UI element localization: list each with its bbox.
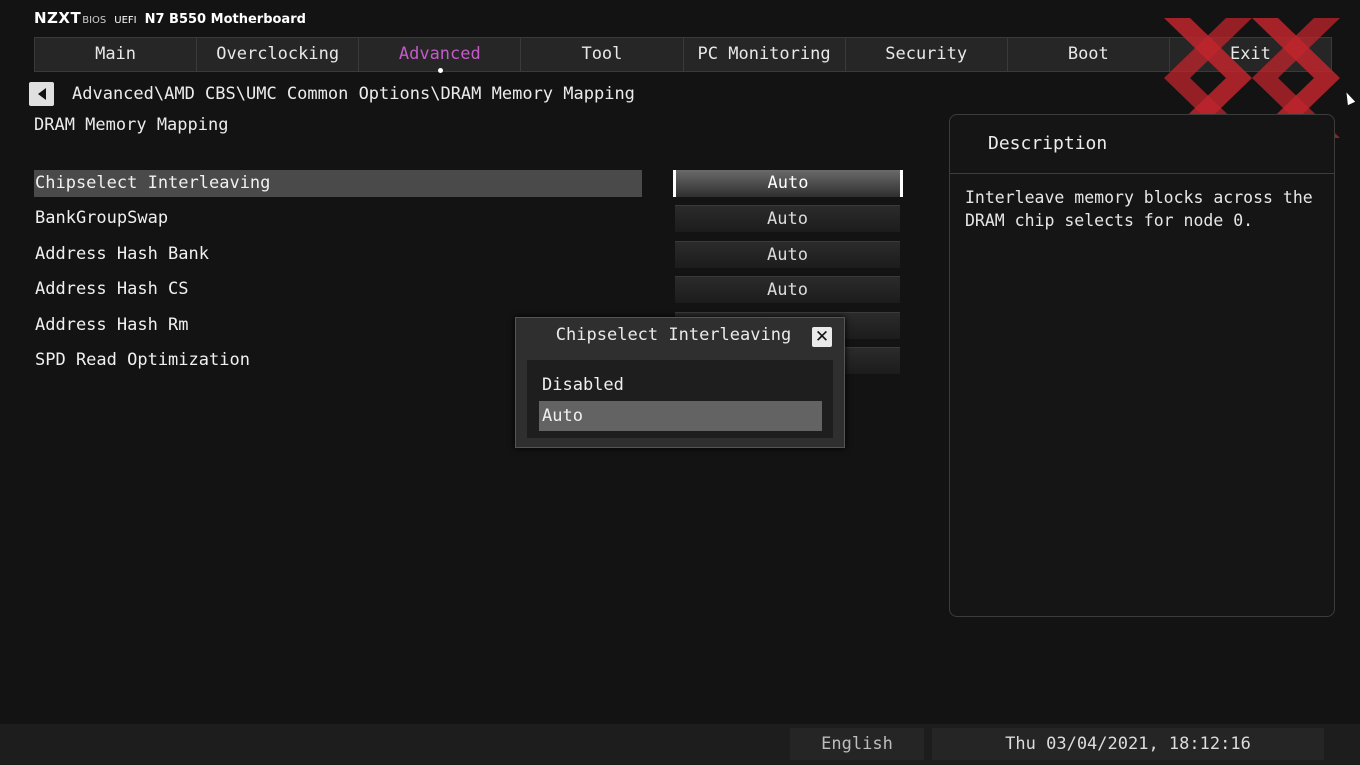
language-selector[interactable]: English bbox=[790, 728, 924, 760]
bios-label: BIOS bbox=[82, 15, 107, 26]
back-arrow-icon bbox=[37, 88, 46, 100]
description-text: Interleave memory blocks across the DRAM… bbox=[965, 188, 1313, 230]
mouse-cursor-icon bbox=[1342, 90, 1356, 106]
setting-row[interactable]: BankGroupSwap Auto bbox=[34, 205, 902, 232]
setting-row[interactable]: Chipselect Interleaving Auto bbox=[34, 170, 903, 197]
status-bar: English Thu 03/04/2021, 18:12:16 bbox=[0, 724, 1360, 765]
description-panel: Description Interleave memory blocks acr… bbox=[949, 114, 1335, 617]
setting-value-dropdown[interactable]: Auto bbox=[675, 205, 900, 232]
setting-label: Address Hash Bank bbox=[35, 244, 209, 264]
tab-pc-monitoring[interactable]: PC Monitoring bbox=[684, 38, 846, 71]
tab-tool[interactable]: Tool bbox=[521, 38, 684, 71]
popup-option-disabled[interactable]: Disabled bbox=[539, 370, 822, 400]
breadcrumb: Advanced\AMD CBS\UMC Common Options\DRAM… bbox=[72, 84, 635, 104]
popup-option-list: Disabled Auto bbox=[527, 360, 833, 438]
setting-value-dropdown[interactable]: Auto bbox=[675, 276, 900, 303]
nzxt-logo: NZXT bbox=[34, 9, 82, 27]
close-icon[interactable]: ✕ bbox=[812, 327, 832, 347]
setting-value-dropdown[interactable]: Auto bbox=[673, 170, 903, 197]
tab-overclocking[interactable]: Overclocking bbox=[197, 38, 360, 71]
main-tab-bar: Main Overclocking Advanced Tool PC Monit… bbox=[34, 37, 1332, 73]
tab-security[interactable]: Security bbox=[846, 38, 1008, 71]
setting-label: Address Hash CS bbox=[35, 279, 189, 299]
setting-label: Chipselect Interleaving bbox=[34, 170, 642, 197]
description-title: Description bbox=[950, 115, 1334, 174]
bios-brand: NZXT BIOS UEFI N7 B550 Motherboard bbox=[34, 9, 306, 27]
tab-boot[interactable]: Boot bbox=[1008, 38, 1170, 71]
date-time: Thu 03/04/2021, 18:12:16 bbox=[932, 728, 1324, 760]
setting-label: BankGroupSwap bbox=[35, 208, 169, 228]
popup-title: Chipselect Interleaving bbox=[555, 325, 792, 345]
setting-value-dropdown[interactable]: Auto bbox=[675, 241, 900, 268]
popup-option-auto[interactable]: Auto bbox=[539, 401, 822, 431]
tab-advanced[interactable]: Advanced bbox=[359, 38, 522, 73]
uefi-label: UEFI bbox=[114, 15, 137, 26]
page-title: DRAM Memory Mapping bbox=[34, 115, 229, 135]
model-name: N7 B550 Motherboard bbox=[144, 12, 306, 27]
tab-main[interactable]: Main bbox=[35, 38, 198, 71]
option-popup: Chipselect Interleaving ✕ Disabled Auto bbox=[515, 317, 845, 448]
back-button[interactable] bbox=[29, 82, 54, 106]
setting-row[interactable]: Address Hash Bank Auto bbox=[34, 241, 902, 268]
setting-row[interactable]: Address Hash CS Auto bbox=[34, 276, 902, 303]
